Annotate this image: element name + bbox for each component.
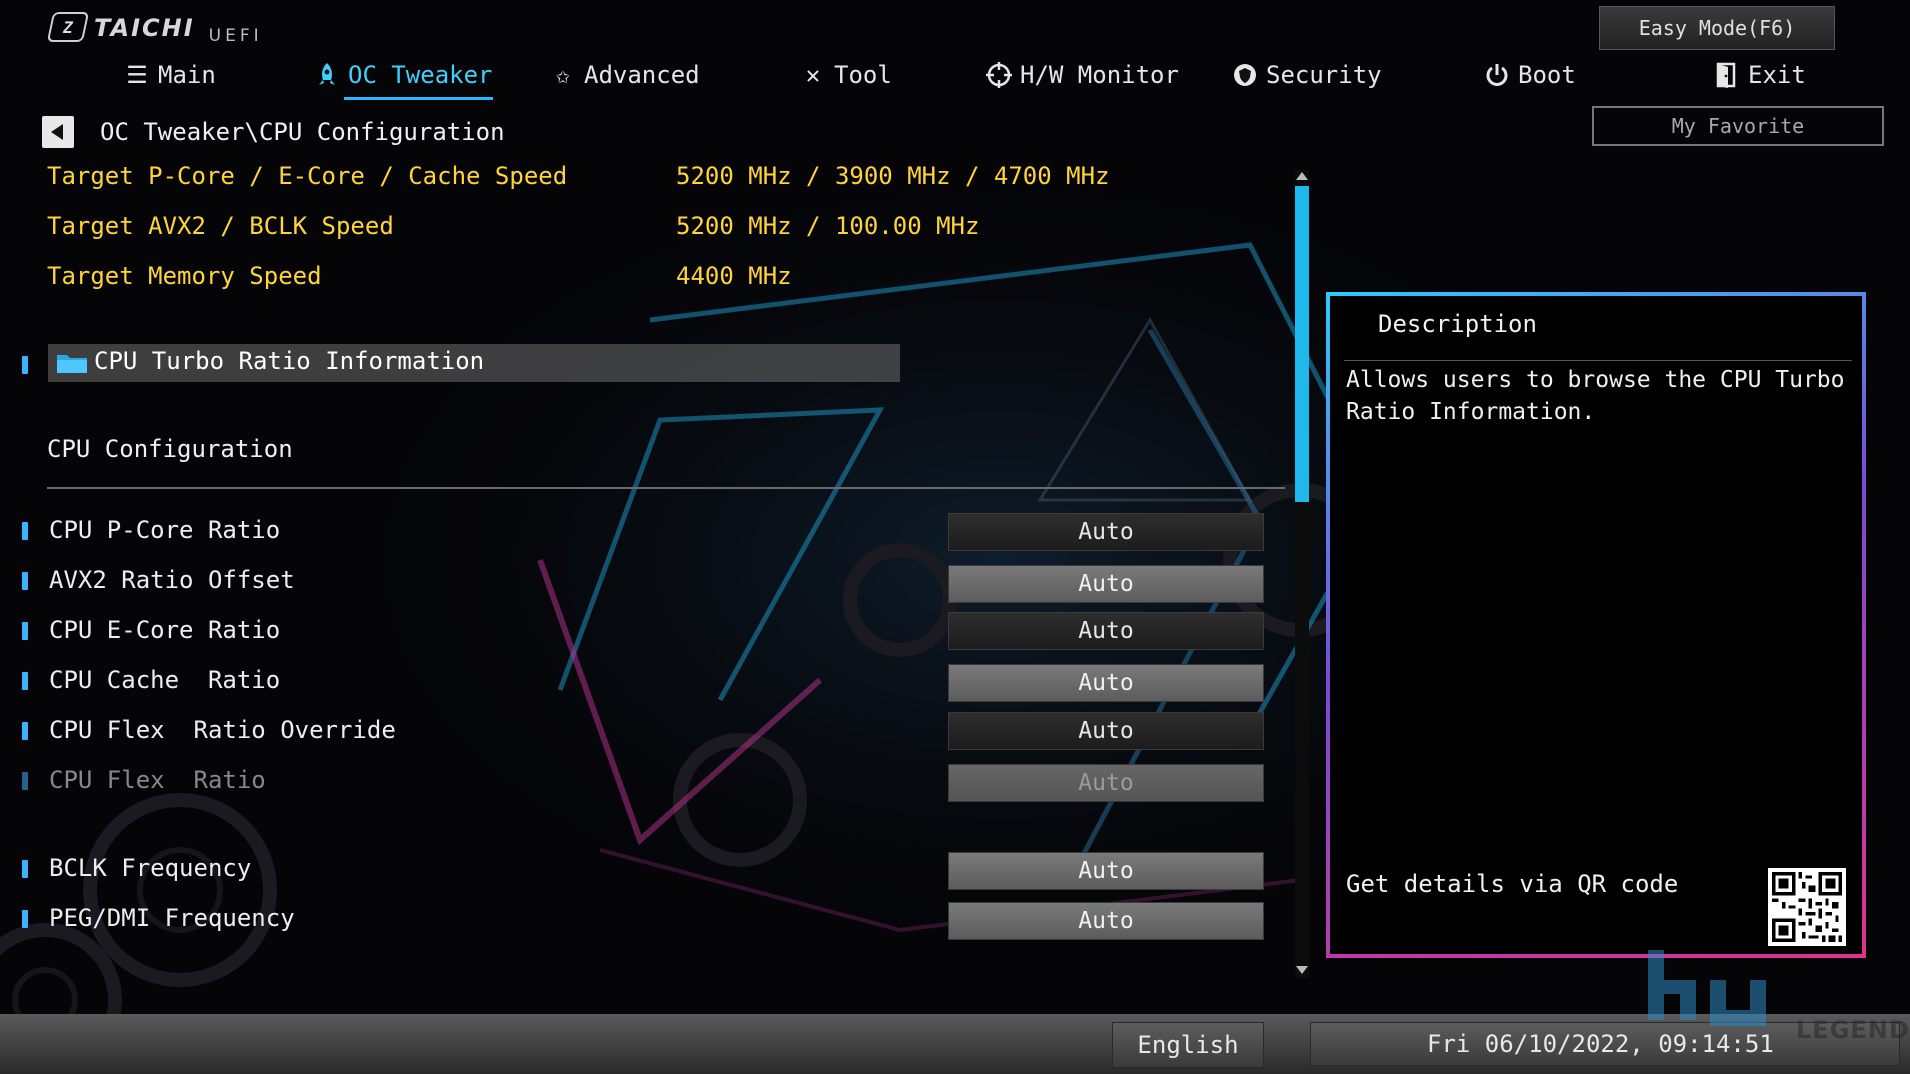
tab-label: H/W Monitor [1020, 61, 1179, 89]
tab-label: Security [1266, 61, 1382, 89]
crosshair-icon [986, 62, 1012, 88]
item-marker [22, 772, 28, 790]
target-label: Target AVX2 / BCLK Speed [47, 212, 394, 240]
taichi-logo-icon: Z [46, 12, 90, 42]
tab-label: Advanced [584, 61, 700, 89]
watermark-text: LEGEND [1796, 1016, 1910, 1044]
tools-icon: ✕ [805, 61, 821, 89]
peg-dmi-frequency-select[interactable]: Auto [948, 902, 1264, 940]
qr-label: Get details via QR code [1346, 870, 1679, 898]
tab-label: OC Tweaker [348, 61, 493, 89]
shield-icon [1232, 62, 1258, 88]
rocket-icon [314, 62, 340, 88]
description-divider [1344, 360, 1852, 361]
setting-label: CPU Cache Ratio [49, 666, 281, 694]
target-label: Target P-Core / E-Core / Cache Speed [47, 162, 568, 190]
tab-label: Tool [834, 61, 892, 89]
target-value: 4400 MHz [676, 262, 792, 290]
tab-label: Main [158, 61, 216, 89]
folder-icon [56, 352, 88, 374]
target-value: 5200 MHz / 3900 MHz / 4700 MHz [676, 162, 1110, 190]
back-button[interactable] [42, 116, 74, 148]
item-marker [22, 522, 28, 540]
brand-name: TAICHI [94, 14, 195, 42]
uefi-label: UEFI [208, 26, 263, 46]
setting-label: PEG/DMI Frequency [49, 904, 295, 932]
tab-security[interactable]: Security [1232, 58, 1382, 92]
item-marker [22, 722, 28, 740]
cpu-p-core-ratio-select[interactable]: Auto [948, 513, 1264, 551]
item-marker [22, 572, 28, 590]
item-marker [22, 622, 28, 640]
tab-label: Exit [1748, 61, 1806, 89]
qr-code-icon [1768, 868, 1846, 946]
tab-exit[interactable]: Exit [1714, 58, 1806, 92]
setting-label: CPU P-Core Ratio [49, 516, 281, 544]
easy-mode-button[interactable]: Easy Mode(F6) [1599, 6, 1835, 50]
section-divider [47, 487, 1285, 489]
breadcrumb: OC Tweaker\CPU Configuration [100, 118, 505, 146]
taichi-logo: Z TAICHI UEFI [46, 12, 263, 46]
power-icon [1484, 62, 1510, 88]
cpu-e-core-ratio-select[interactable]: Auto [948, 612, 1264, 650]
tab-main[interactable]: ☰ Main [124, 58, 216, 92]
setting-label: CPU Flex Ratio [49, 766, 266, 794]
scroll-down-arrow-icon[interactable] [1296, 966, 1308, 974]
target-value: 5200 MHz / 100.00 MHz [676, 212, 980, 240]
avx2-ratio-offset-select[interactable]: Auto [948, 565, 1264, 603]
item-marker [22, 356, 28, 374]
my-favorite-button[interactable]: My Favorite [1592, 106, 1884, 146]
item-marker [22, 860, 28, 878]
cpu-flex-ratio-override-select[interactable]: Auto [948, 712, 1264, 750]
tab-tool[interactable]: ✕ Tool [800, 58, 892, 92]
submenu-label: CPU Turbo Ratio Information [94, 347, 485, 375]
description-title: Description [1378, 310, 1537, 338]
setting-label: AVX2 Ratio Offset [49, 566, 295, 594]
section-title: CPU Configuration [47, 435, 293, 463]
item-marker [22, 672, 28, 690]
target-label: Target Memory Speed [47, 262, 322, 290]
list-icon: ☰ [126, 61, 148, 89]
cpu-flex-ratio-select: Auto [948, 764, 1264, 802]
tab-label: Boot [1518, 61, 1576, 89]
bclk-frequency-select[interactable]: Auto [948, 852, 1264, 890]
star-icon: ✩ [555, 61, 571, 89]
cpu-cache-ratio-select[interactable]: Auto [948, 664, 1264, 702]
tab-advanced[interactable]: ✩ Advanced [550, 58, 700, 92]
setting-label: CPU E-Core Ratio [49, 616, 281, 644]
description-text: Allows users to browse the CPU Turbo Rat… [1346, 367, 1845, 425]
active-tab-indicator [344, 97, 493, 100]
tab-oc-tweaker[interactable]: OC Tweaker [314, 58, 493, 100]
watermark-logo [1640, 950, 1810, 1054]
scrollbar-thumb[interactable] [1295, 186, 1309, 502]
tab-hw-monitor[interactable]: H/W Monitor [986, 58, 1179, 92]
door-icon [1714, 62, 1740, 88]
language-button[interactable]: English [1112, 1022, 1264, 1068]
scroll-up-arrow-icon[interactable] [1296, 172, 1308, 180]
setting-label: BCLK Frequency [49, 854, 252, 882]
item-marker [22, 910, 28, 928]
tab-boot[interactable]: Boot [1484, 58, 1576, 92]
setting-label: CPU Flex Ratio Override [49, 716, 396, 744]
